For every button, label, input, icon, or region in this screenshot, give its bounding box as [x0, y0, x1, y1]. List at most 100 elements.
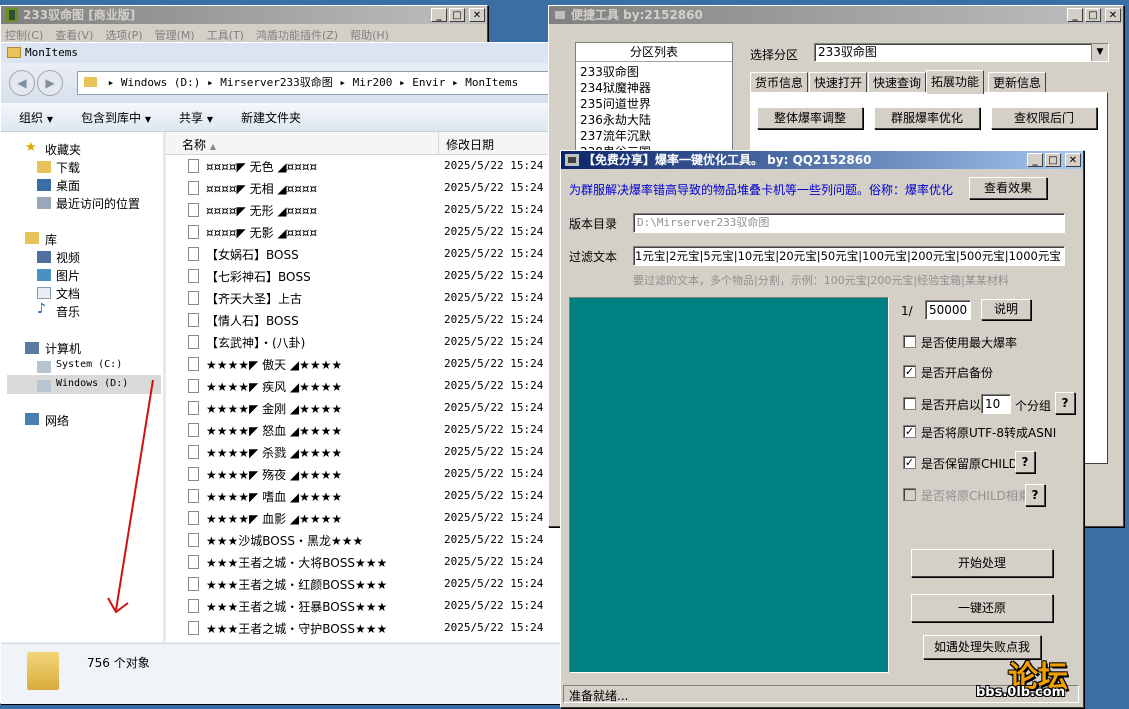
option-checkbox[interactable]: ✓ [903, 456, 916, 469]
file-row[interactable]: 【女娲石】BOSS 2025/5/22 15:24 [166, 243, 561, 265]
close-button[interactable]: ✕ [469, 8, 485, 22]
close-button[interactable]: ✕ [1105, 8, 1121, 22]
option-checkbox[interactable] [903, 488, 916, 501]
group-drop-rate-button[interactable]: 群服爆率优化 [874, 107, 980, 129]
breadcrumb-item[interactable]: Windows (D:) [121, 76, 200, 89]
partition-item[interactable]: 235问道世界 [580, 95, 651, 112]
menu-plugins[interactable]: 鸿盾功能插件(Z) [256, 27, 338, 43]
tab-quick-query[interactable]: 快速查询 [868, 72, 927, 92]
file-row[interactable]: ★★★王者之城・狂暴BOSS★★★ 2025/5/22 15:24 [166, 595, 561, 617]
breadcrumb-item[interactable]: Envir [412, 76, 445, 89]
tab-currency[interactable]: 货币信息 [750, 72, 809, 92]
overall-drop-rate-button[interactable]: 整体爆率调整 [757, 107, 863, 129]
explorer-titlebar[interactable]: MonItems [1, 43, 561, 63]
file-row[interactable]: ★★★★◤ 杀戮 ◢★★★★ 2025/5/22 15:24 [166, 441, 561, 463]
minimize-button[interactable]: _ [431, 8, 447, 22]
partition-item[interactable]: 234狱魔神器 [580, 79, 651, 96]
new-folder-button[interactable]: 新建文件夹 [241, 109, 301, 126]
view-effect-button[interactable]: 查看效果 [969, 177, 1047, 199]
file-row[interactable]: ★★★★◤ 血影 ◢★★★★ 2025/5/22 15:24 [166, 507, 561, 529]
forward-button[interactable]: ▶ [37, 70, 63, 96]
file-row[interactable]: ★★★王者之城・红颜BOSS★★★ 2025/5/22 15:24 [166, 573, 561, 595]
chevron-down-icon[interactable]: ▼ [1091, 44, 1108, 61]
help-button[interactable]: ? [1025, 484, 1045, 506]
nav-computer[interactable]: 计算机 [45, 340, 81, 357]
help-button[interactable]: ? [1015, 451, 1035, 473]
column-header-date[interactable]: 修改日期 [446, 136, 494, 153]
quick-tool-titlebar[interactable]: 便捷工具 by:2152860 _ □ ✕ [549, 6, 1123, 24]
file-row[interactable]: ★★★★◤ 怒血 ◢★★★★ 2025/5/22 15:24 [166, 419, 561, 441]
close-button[interactable]: ✕ [1065, 153, 1081, 167]
file-row[interactable]: 【玄武神】・(八卦) 2025/5/22 15:24 [166, 331, 561, 353]
nav-favorites[interactable]: 收藏夹 [45, 141, 81, 158]
column-divider[interactable] [438, 132, 439, 154]
partition-list[interactable]: 分区列表 233驭命图 234狱魔神器 235问道世界 236永劫大陆 237流… [575, 42, 733, 152]
file-row[interactable]: ★★★★◤ 金刚 ◢★★★★ 2025/5/22 15:24 [166, 397, 561, 419]
maximize-button[interactable]: □ [1045, 153, 1061, 167]
maximize-button[interactable]: □ [449, 8, 465, 22]
file-row[interactable]: 【七彩神石】BOSS 2025/5/22 15:24 [166, 265, 561, 287]
file-row[interactable]: ¤¤¤¤◤ 无形 ◢¤¤¤¤ 2025/5/22 15:24 [166, 199, 561, 221]
nav-videos[interactable]: 视频 [56, 249, 80, 266]
partition-item[interactable]: 237流年沉默 [580, 127, 651, 144]
nav-documents[interactable]: 文档 [56, 285, 80, 302]
column-header-name[interactable]: 名称 ▲ [182, 136, 216, 153]
menu-help[interactable]: 帮助(H) [350, 27, 389, 43]
file-row[interactable]: ¤¤¤¤◤ 无色 ◢¤¤¤¤ 2025/5/22 15:24 [166, 155, 561, 177]
file-row[interactable]: ★★★★◤ 疾风 ◢★★★★ 2025/5/22 15:24 [166, 375, 561, 397]
file-row[interactable]: ¤¤¤¤◤ 无相 ◢¤¤¤¤ 2025/5/22 15:24 [166, 177, 561, 199]
organize-button[interactable]: 组织 ▼ [19, 109, 53, 126]
check-backdoor-button[interactable]: 查权限后门 [991, 107, 1097, 129]
main-app-titlebar[interactable]: 233驭命图 [商业版] _ □ ✕ [1, 6, 487, 24]
tab-quick-open[interactable]: 快速打开 [809, 72, 868, 92]
menu-control[interactable]: 控制(C) [5, 27, 43, 43]
back-button[interactable]: ◀ [9, 70, 35, 96]
breadcrumb-item[interactable]: Mirserver233驭命图 [220, 76, 332, 89]
file-row[interactable]: ★★★★◤ 嗜血 ◢★★★★ 2025/5/22 15:24 [166, 485, 561, 507]
nav-network[interactable]: 网络 [45, 412, 69, 429]
nav-recent[interactable]: 最近访问的位置 [56, 195, 140, 212]
file-row[interactable]: ★★★王者之城・大将BOSS★★★ 2025/5/22 15:24 [166, 551, 561, 573]
nav-music[interactable]: 音乐 [56, 303, 80, 320]
maximize-button[interactable]: □ [1085, 8, 1101, 22]
file-row[interactable]: ★★★★◤ 殇夜 ◢★★★★ 2025/5/22 15:24 [166, 463, 561, 485]
menu-tools[interactable]: 工具(T) [207, 27, 244, 43]
nav-desktop[interactable]: 桌面 [56, 177, 80, 194]
minimize-button[interactable]: _ [1067, 8, 1083, 22]
partition-select[interactable]: 233驭命图 ▼ [814, 43, 1109, 62]
file-row[interactable]: 【情人石】BOSS 2025/5/22 15:24 [166, 309, 561, 331]
share-button[interactable]: 共享 ▼ [179, 109, 213, 126]
tab-updates[interactable]: 更新信息 [988, 72, 1047, 92]
filter-text-field[interactable]: 1元宝|2元宝|5元宝|10元宝|20元宝|50元宝|100元宝|200元宝|5… [633, 246, 1065, 266]
nav-library[interactable]: 库 [45, 231, 57, 248]
version-dir-field[interactable]: D:\Mirserver233驭命图 [633, 213, 1065, 233]
breadcrumb-item[interactable]: MonItems [465, 76, 518, 89]
file-row[interactable]: ¤¤¤¤◤ 无影 ◢¤¤¤¤ 2025/5/22 15:24 [166, 221, 561, 243]
nav-windows-drive[interactable]: Windows (D:) [56, 378, 128, 389]
ratio-field[interactable]: 50000 [925, 300, 971, 320]
menu-options[interactable]: 选项(P) [105, 27, 142, 43]
group-count-field[interactable]: 10 [981, 394, 1011, 414]
menu-view[interactable]: 查看(V) [55, 27, 93, 43]
file-row[interactable]: 【齐天大圣】上古 2025/5/22 15:24 [166, 287, 561, 309]
file-row[interactable]: ★★★沙城BOSS・黑龙★★★ 2025/5/22 15:24 [166, 529, 561, 551]
nav-downloads[interactable]: 下载 [56, 159, 80, 176]
nav-pictures[interactable]: 图片 [56, 267, 80, 284]
nav-system-drive[interactable]: System (C:) [56, 359, 122, 370]
file-row[interactable]: ★★★★◤ 傲天 ◢★★★★ 2025/5/22 15:24 [166, 353, 561, 375]
option-checkbox[interactable] [903, 397, 916, 410]
partition-item[interactable]: 233驭命图 [580, 63, 639, 80]
breadcrumb-item[interactable]: Mir200 [353, 76, 393, 89]
restore-button[interactable]: 一键还原 [911, 594, 1053, 622]
minimize-button[interactable]: _ [1027, 153, 1043, 167]
breadcrumb[interactable]: ▸ Windows (D:) ▸ Mirserver233驭命图 ▸ Mir20… [77, 71, 561, 95]
start-process-button[interactable]: 开始处理 [911, 549, 1053, 577]
menu-manage[interactable]: 管理(M) [155, 27, 195, 43]
explain-button[interactable]: 说明 [981, 299, 1031, 320]
optimizer-titlebar[interactable]: 【免费分享】爆率一键优化工具。 by: QQ2152860 _ □ ✕ [561, 151, 1083, 169]
option-checkbox[interactable]: ✓ [903, 365, 916, 378]
option-checkbox[interactable]: ✓ [903, 425, 916, 438]
tab-extensions[interactable]: 拓展功能 [926, 70, 985, 94]
file-row[interactable]: ★★★王者之城・守护BOSS★★★ 2025/5/22 15:24 [166, 617, 561, 639]
include-library-button[interactable]: 包含到库中 ▼ [81, 109, 151, 126]
